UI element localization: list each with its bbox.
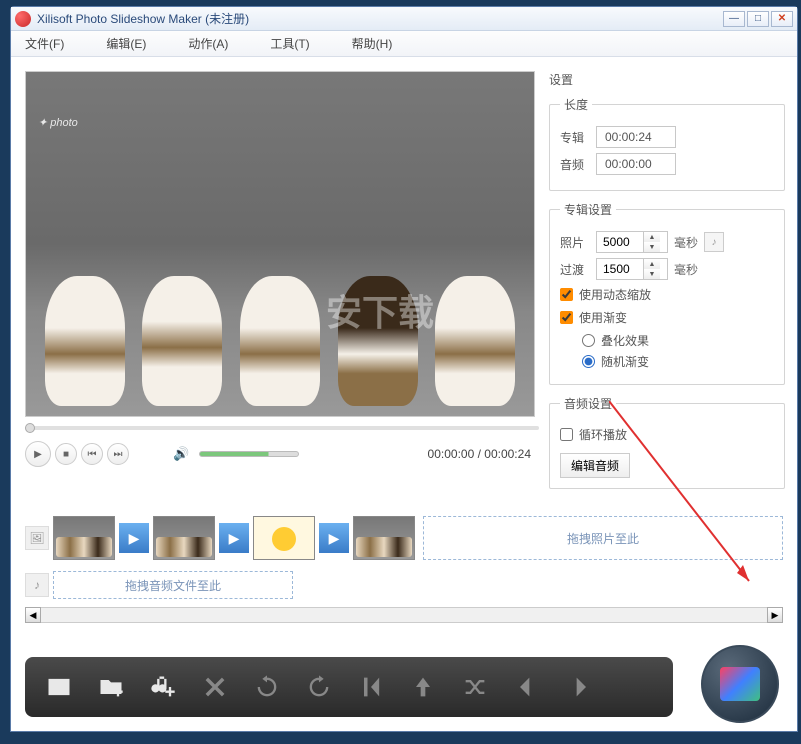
- settings-heading: 设置: [549, 71, 785, 88]
- spin-down[interactable]: ▼: [644, 269, 660, 279]
- album-settings-fieldset: 专辑设置 照片 ▲▼ 毫秒 ♪ 过渡 ▲▼ 毫秒: [549, 201, 785, 385]
- delete-button[interactable]: [197, 669, 233, 705]
- music-icon-button[interactable]: ♪: [704, 232, 724, 252]
- add-photo-button[interactable]: [41, 669, 77, 705]
- album-settings-legend: 专辑设置: [560, 201, 616, 218]
- random-label: 随机渐变: [601, 353, 649, 370]
- timeline-thumb[interactable]: [253, 516, 315, 560]
- transition-unit: 毫秒: [674, 261, 698, 278]
- overlay-radio[interactable]: [582, 334, 595, 347]
- titlebar[interactable]: Xilisoft Photo Slideshow Maker (未注册) — □…: [11, 7, 797, 31]
- transition-marker[interactable]: ▶: [319, 523, 349, 553]
- album-time: 00:00:24: [596, 126, 676, 148]
- play-button[interactable]: ▶: [25, 441, 51, 467]
- random-radio[interactable]: [582, 355, 595, 368]
- album-label: 专辑: [560, 129, 590, 146]
- minimize-button[interactable]: —: [723, 11, 745, 27]
- photo-duration-input[interactable]: [597, 233, 643, 251]
- audio-track-icon: ♪: [25, 573, 49, 597]
- spin-down[interactable]: ▼: [644, 242, 660, 252]
- photo-drop-zone[interactable]: 拖拽照片至此: [423, 516, 783, 560]
- transition-duration-spinner[interactable]: ▲▼: [596, 258, 668, 280]
- photo-unit: 毫秒: [674, 234, 698, 251]
- move-up-button[interactable]: [405, 669, 441, 705]
- zoom-label: 使用动态缩放: [579, 286, 651, 303]
- spin-up[interactable]: ▲: [644, 259, 660, 269]
- fade-checkbox[interactable]: [560, 311, 573, 324]
- seek-bar[interactable]: [25, 423, 539, 433]
- puppy-image: [240, 276, 320, 406]
- scroll-left-button[interactable]: ◀: [25, 607, 41, 623]
- length-legend: 长度: [560, 96, 592, 113]
- spin-up[interactable]: ▲: [644, 232, 660, 242]
- export-button[interactable]: [701, 645, 779, 723]
- puppy-image: [435, 276, 515, 406]
- transition-marker[interactable]: ▶: [119, 523, 149, 553]
- puppy-image: [142, 276, 222, 406]
- close-button[interactable]: ✕: [771, 11, 793, 27]
- export-icon: [720, 667, 760, 701]
- loop-checkbox[interactable]: [560, 428, 573, 441]
- time-display: 00:00:00 / 00:00:24: [428, 447, 531, 461]
- move-first-button[interactable]: [353, 669, 389, 705]
- transition-duration-input[interactable]: [597, 260, 643, 278]
- watermark-text: 安下载: [326, 284, 434, 336]
- length-fieldset: 长度 专辑 00:00:24 音频 00:00:00: [549, 96, 785, 191]
- timeline-thumb[interactable]: [353, 516, 415, 560]
- photo-logo: ✦ photo: [38, 116, 78, 129]
- audio-label: 音频: [560, 156, 590, 173]
- app-icon: [15, 11, 31, 27]
- puppy-image: [45, 276, 125, 406]
- window-title: Xilisoft Photo Slideshow Maker (未注册): [37, 10, 723, 27]
- prev-button[interactable]: ⏮: [81, 443, 103, 465]
- preview-panel: ✦ photo 安下载: [25, 71, 535, 417]
- overlay-label: 叠化效果: [601, 332, 649, 349]
- playback-controls: ▶ ■ ⏮ ⏭ 🔊 00:00:00 / 00:00:24: [25, 441, 539, 467]
- move-left-button[interactable]: [509, 669, 545, 705]
- horizontal-scrollbar[interactable]: ◀ ▶: [25, 607, 783, 623]
- transition-marker[interactable]: ▶: [219, 523, 249, 553]
- maximize-button[interactable]: □: [747, 11, 769, 27]
- fade-label: 使用渐变: [579, 309, 627, 326]
- audio-time: 00:00:00: [596, 153, 676, 175]
- menu-file[interactable]: 文件(F): [19, 33, 70, 54]
- add-folder-button[interactable]: [93, 669, 129, 705]
- zoom-checkbox[interactable]: [560, 288, 573, 301]
- bottom-toolbar: [25, 657, 673, 717]
- move-right-button[interactable]: [561, 669, 597, 705]
- timeline-thumb[interactable]: [153, 516, 215, 560]
- volume-icon[interactable]: 🔊: [173, 446, 189, 462]
- loop-label: 循环播放: [579, 426, 627, 443]
- add-music-button[interactable]: [145, 669, 181, 705]
- scroll-right-button[interactable]: ▶: [767, 607, 783, 623]
- transition-duration-label: 过渡: [560, 261, 590, 278]
- menu-help[interactable]: 帮助(H): [346, 33, 399, 54]
- menubar: 文件(F) 编辑(E) 动作(A) 工具(T) 帮助(H): [11, 31, 797, 57]
- next-button[interactable]: ⏭: [107, 443, 129, 465]
- shuffle-button[interactable]: [457, 669, 493, 705]
- rotate-left-button[interactable]: [249, 669, 285, 705]
- stop-button[interactable]: ■: [55, 443, 77, 465]
- photo-duration-spinner[interactable]: ▲▼: [596, 231, 668, 253]
- rotate-right-button[interactable]: [301, 669, 337, 705]
- timeline-thumb[interactable]: [53, 516, 115, 560]
- audio-settings-fieldset: 音频设置 循环播放 编辑音频: [549, 395, 785, 489]
- volume-slider[interactable]: [199, 451, 299, 457]
- menu-action[interactable]: 动作(A): [182, 33, 234, 54]
- settings-panel: 设置 长度 专辑 00:00:24 音频 00:00:00 专辑设置 照片: [545, 57, 797, 731]
- app-window: Xilisoft Photo Slideshow Maker (未注册) — □…: [10, 6, 798, 732]
- menu-edit[interactable]: 编辑(E): [100, 33, 152, 54]
- edit-audio-button[interactable]: 编辑音频: [560, 453, 630, 478]
- audio-settings-legend: 音频设置: [560, 395, 616, 412]
- timeline: 🖼 ▶ ▶ ▶ 拖拽照片至此 ♪ 拖拽音频文件至此 ◀ ▶: [25, 513, 783, 623]
- photo-duration-label: 照片: [560, 234, 590, 251]
- audio-drop-zone[interactable]: 拖拽音频文件至此: [53, 571, 293, 599]
- menu-tools[interactable]: 工具(T): [264, 33, 315, 54]
- preview-image: ✦ photo 安下载: [26, 72, 534, 416]
- photo-track-icon: 🖼: [25, 526, 49, 550]
